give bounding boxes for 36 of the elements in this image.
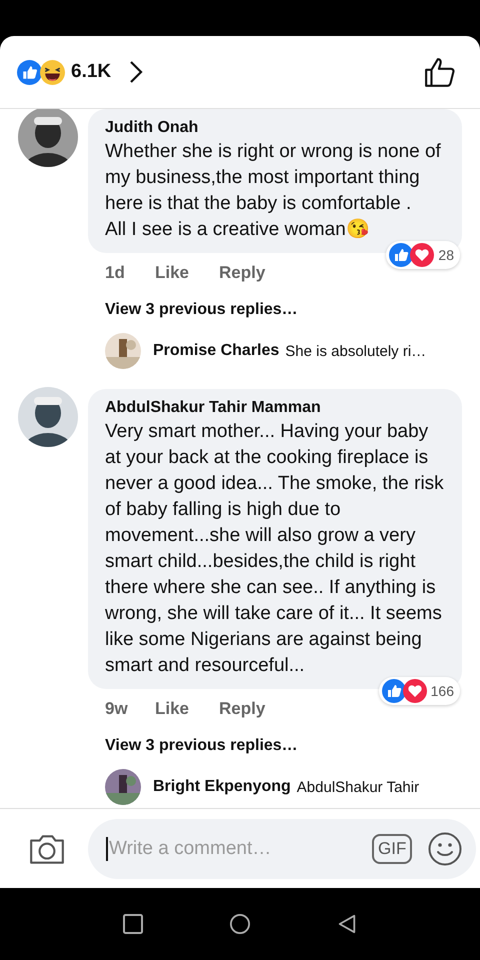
back-icon[interactable] xyxy=(336,914,357,934)
comment-text: Very smart mother... Having your baby at your back at the cooking fireplace is never a good idea... The smoke, the risk of baby falling is high due to movement...she will also grow a very smart child...besides,the child is right there where she can see.. If anything is wrong, she will take care of it... It seems like some Nigerians are against being smart and resourceful... xyxy=(105,420,445,678)
like-reaction-icon xyxy=(389,243,414,267)
view-replies-link[interactable]: View 3 previous replies… xyxy=(88,287,462,319)
reaction-badge[interactable]: 28 xyxy=(386,241,460,269)
emoji-icon[interactable] xyxy=(428,832,462,866)
reaction-count: 166 xyxy=(430,683,454,699)
reaction-count[interactable]: 6.1K xyxy=(71,61,112,83)
reply-author[interactable]: Promise Charles xyxy=(153,342,280,360)
comment-input-field[interactable]: Write a comment… xyxy=(106,836,356,860)
comment-time: 9w xyxy=(105,699,129,719)
reply-text: AbdulShakur Tahir xyxy=(296,778,420,796)
reply-link[interactable]: Reply xyxy=(219,263,266,283)
comment-text: Whether she is right or wrong is none of my business,the most important thing here is that the baby is comfortable . All I see is a creative woman😘 xyxy=(105,140,442,242)
reply-link[interactable]: Reply xyxy=(219,699,266,719)
like-reaction-icon xyxy=(17,60,42,84)
reply-text: She is absolutely ri… xyxy=(285,342,426,360)
like-link[interactable]: Like xyxy=(155,263,190,283)
heart-reaction-icon xyxy=(410,243,434,267)
view-replies-link[interactable]: View 3 previous replies… xyxy=(88,723,462,755)
thumbs-up-icon[interactable] xyxy=(424,56,456,88)
reaction-badge[interactable]: 166 xyxy=(378,677,460,705)
comment-author[interactable]: Judith Onah xyxy=(105,117,198,139)
reaction-count: 28 xyxy=(438,247,454,263)
laughing-emoji-icon xyxy=(40,60,65,84)
comment-bar[interactable]: Write a comment… GIF xyxy=(88,818,476,878)
chevron-right-icon[interactable] xyxy=(129,60,144,84)
like-link[interactable]: Like xyxy=(155,699,190,719)
heart-reaction-icon xyxy=(402,679,427,703)
comment-author[interactable]: AbdulShakur Tahir Mamman xyxy=(105,397,321,419)
comment-time: 1d xyxy=(105,263,126,283)
gif-button[interactable]: GIF xyxy=(372,834,412,864)
recent-apps-icon[interactable] xyxy=(123,914,144,934)
reply-author[interactable]: Bright Ekpenyong xyxy=(153,778,291,796)
home-icon[interactable] xyxy=(230,914,250,934)
like-reaction-icon xyxy=(382,679,406,703)
